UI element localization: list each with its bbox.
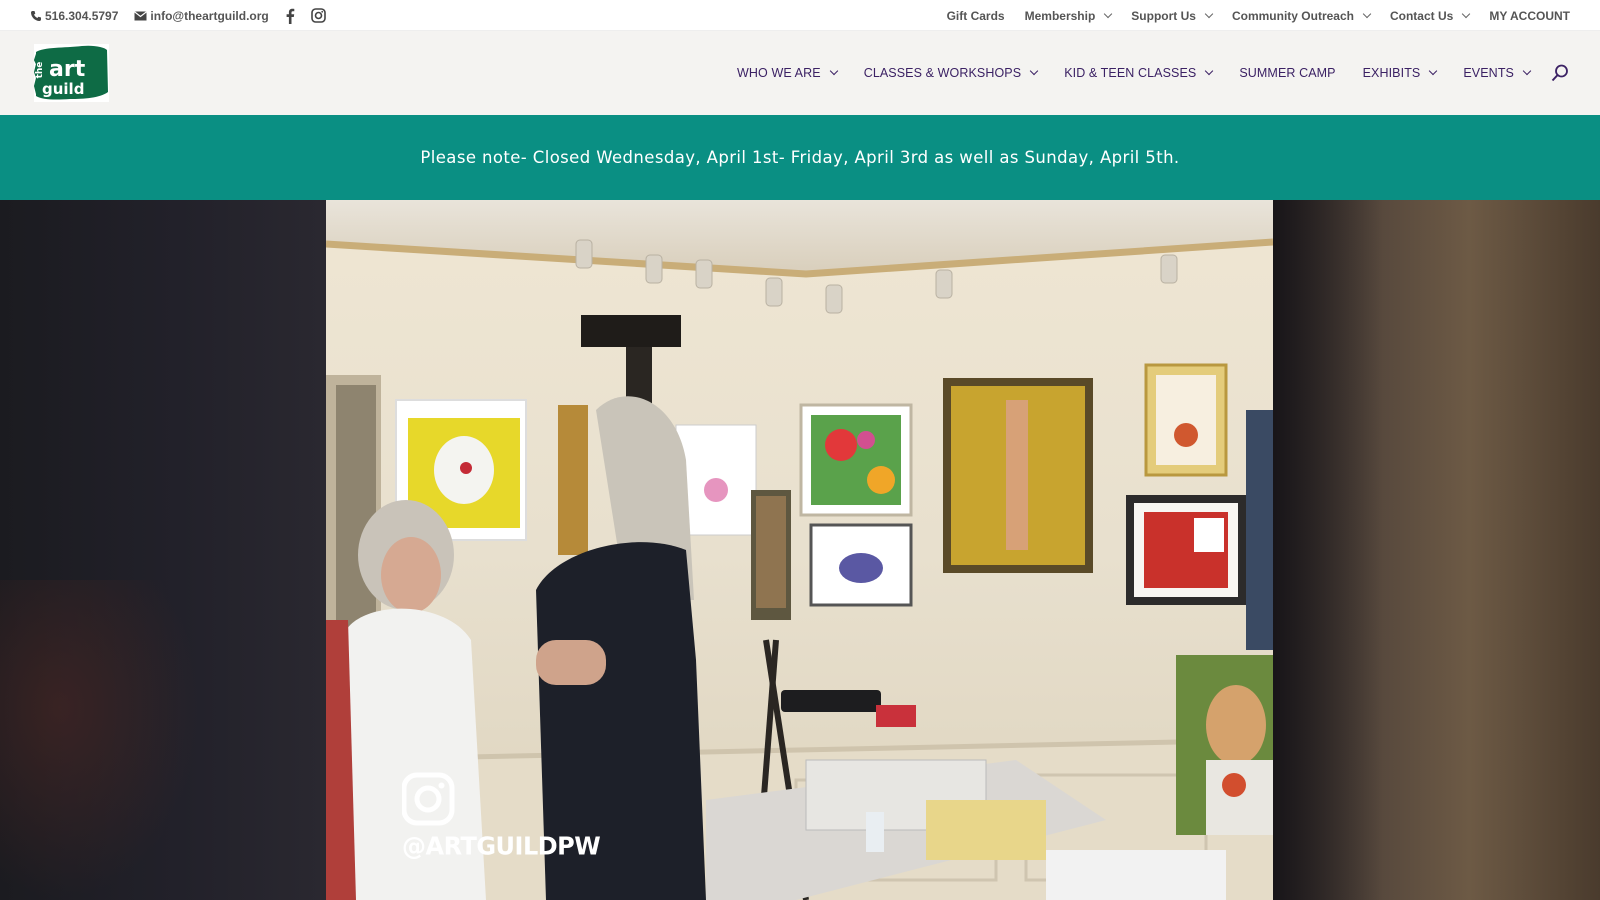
chevron-down-icon (1522, 66, 1532, 76)
top-nav-label: Community Outreach (1231, 8, 1354, 23)
top-nav-label: Contact Us (1389, 8, 1454, 23)
site-logo[interactable]: the art guild (34, 44, 109, 102)
instagram-handle-text: @ARTGUILDPW (402, 831, 601, 861)
main-nav: WHO WE ARE CLASSES & WORKSHOPS KID & TEE… (737, 31, 1532, 115)
nav-label: WHO WE ARE (737, 66, 821, 80)
chevron-down-icon (829, 66, 838, 76)
phone-link[interactable]: 516.304.5797 (30, 9, 118, 23)
chevron-down-icon (1362, 9, 1372, 18)
nav-kid-teen-classes[interactable]: KID & TEEN CLASSES (1064, 66, 1214, 80)
nav-label: EVENTS (1463, 66, 1514, 80)
chevron-down-icon (1104, 9, 1113, 18)
instagram-icon (310, 8, 326, 23)
facebook-link[interactable] (285, 8, 295, 24)
top-bar-contact: 516.304.5797 info@theartguild.org (30, 0, 326, 31)
instagram-link[interactable] (310, 8, 326, 23)
hero-blur-right (1273, 200, 1600, 900)
nav-label: EXHIBITS (1362, 66, 1421, 80)
top-nav-label: Support Us (1131, 8, 1196, 23)
nav-exhibits[interactable]: EXHIBITS (1362, 66, 1438, 80)
top-nav-membership[interactable]: Membership (1024, 8, 1113, 23)
envelope-icon (134, 10, 148, 20)
chevron-down-icon (1204, 9, 1214, 18)
nav-label: KID & TEEN CLASSES (1064, 66, 1197, 80)
logo-text-art: art (49, 57, 86, 82)
chevron-down-icon (1429, 66, 1438, 76)
top-nav-label: MY ACCOUNT (1489, 8, 1570, 23)
search-icon (1551, 64, 1568, 82)
top-nav-label: Membership (1024, 8, 1096, 23)
top-bar: 516.304.5797 info@theartguild.org Gift C… (0, 0, 1600, 31)
facebook-icon (286, 8, 295, 24)
email-address: info@theartguild.org (150, 8, 269, 23)
top-nav-support-us[interactable]: Support Us (1131, 8, 1214, 23)
top-nav-contact-us[interactable]: Contact Us (1389, 8, 1471, 23)
phone-number: 516.304.5797 (45, 8, 119, 23)
closure-notice-banner: Please note- Closed Wednesday, April 1st… (0, 115, 1600, 200)
logo-text-the: the (35, 62, 45, 79)
hero-blur-left (0, 200, 326, 900)
site-header: the art guild WHO WE ARE CLASSES & WORKS… (0, 31, 1600, 115)
nav-summer-camp[interactable]: SUMMER CAMP (1239, 66, 1335, 80)
logo-mark: the art guild (34, 45, 108, 100)
nav-who-we-are[interactable]: WHO WE ARE (737, 66, 838, 80)
chevron-down-icon (1029, 66, 1039, 76)
nav-label: SUMMER CAMP (1239, 66, 1336, 80)
nav-events[interactable]: EVENTS (1463, 66, 1532, 80)
top-nav-my-account[interactable]: MY ACCOUNT (1489, 9, 1570, 23)
nav-classes-workshops[interactable]: CLASSES & WORKSHOPS (863, 66, 1039, 80)
top-bar-nav: Gift Cards Membership Support Us Communi… (947, 0, 1570, 31)
email-link[interactable]: info@theartguild.org (134, 8, 269, 23)
chevron-down-icon (1462, 9, 1471, 18)
phone-icon (31, 10, 41, 21)
top-nav-community-outreach[interactable]: Community Outreach (1231, 8, 1372, 23)
logo-text-guild: guild (42, 80, 84, 98)
hero-video[interactable]: @ARTGUILDPW (326, 200, 1273, 900)
nav-label: CLASSES & WORKSHOPS (863, 66, 1022, 80)
top-nav-gift-cards[interactable]: Gift Cards (947, 9, 1005, 23)
search-button[interactable] (1550, 63, 1570, 83)
closure-notice-text: Please note- Closed Wednesday, April 1st… (420, 148, 1180, 167)
top-nav-label: Gift Cards (946, 8, 1005, 23)
hero-section: @ARTGUILDPW (0, 200, 1600, 900)
chevron-down-icon (1205, 66, 1214, 76)
